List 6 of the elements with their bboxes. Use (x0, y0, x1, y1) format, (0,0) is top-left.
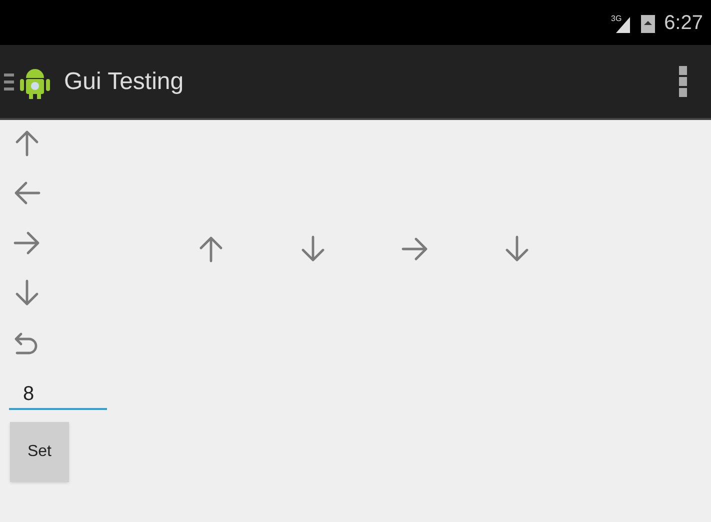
overflow-menu-icon[interactable] (679, 66, 687, 98)
number-field[interactable]: 8 (9, 376, 107, 410)
app-title: Gui Testing (64, 66, 184, 96)
menu-icon[interactable] (4, 72, 14, 90)
set-button[interactable]: Set (10, 422, 69, 482)
clock: 6:27 (664, 10, 703, 36)
